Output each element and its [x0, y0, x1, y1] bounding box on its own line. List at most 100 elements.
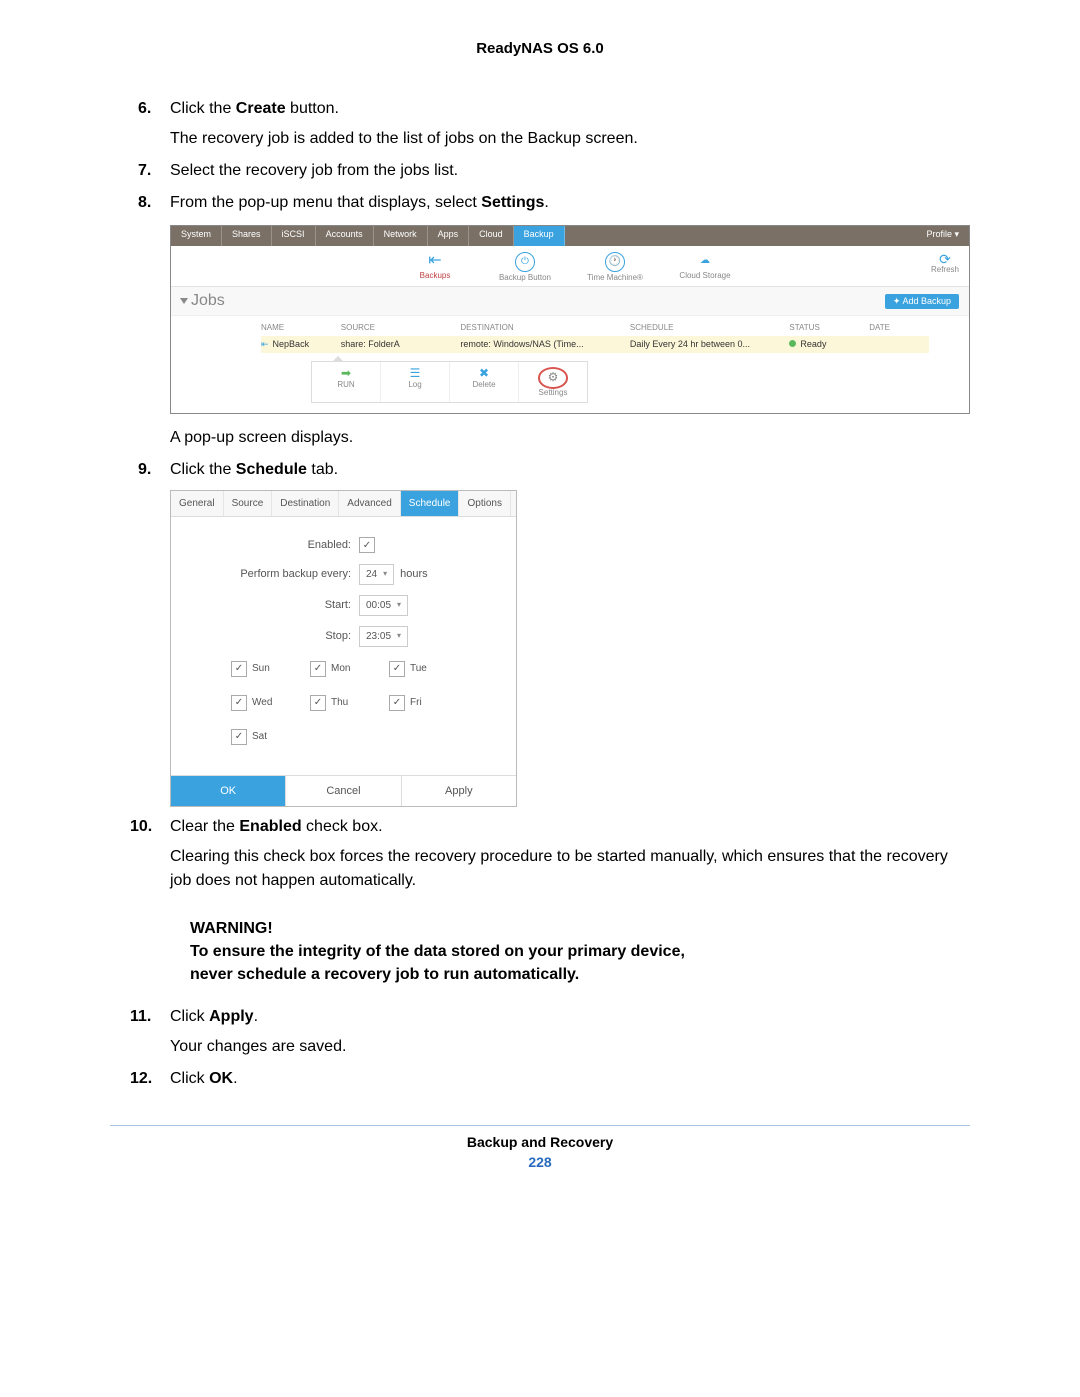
col-source: SOURCE — [341, 324, 461, 332]
run-button[interactable]: ➡RUN — [312, 362, 381, 402]
step-10-sub: Clearing this check box forces the recov… — [170, 845, 970, 893]
add-backup-button[interactable]: ✦ Add Backup — [885, 294, 959, 309]
footer-section: Backup and Recovery — [110, 1134, 970, 1150]
table-row[interactable]: ⇤NepBack share: FolderA remote: Windows/… — [261, 336, 929, 353]
day-sun[interactable]: ✓Sun — [231, 661, 286, 677]
subnav-cloud-storage-label: Cloud Storage — [675, 272, 735, 280]
day-fri-label: Fri — [410, 695, 422, 710]
day-thu[interactable]: ✓Thu — [310, 695, 365, 711]
step-12-bold: OK — [209, 1070, 233, 1087]
tab-apps[interactable]: Apps — [428, 226, 470, 246]
tab-cloud[interactable]: Cloud — [469, 226, 514, 246]
step-8-text-a: From the pop-up menu that displays, sele… — [170, 194, 481, 211]
subnav-cloud-storage[interactable]: ☁ Cloud Storage — [675, 252, 735, 282]
main-nav: System Shares iSCSI Accounts Network App… — [171, 226, 969, 246]
every-label: Perform backup every: — [191, 566, 359, 583]
check-icon: ✓ — [389, 661, 405, 677]
schedule-dialog: General Source Destination Advanced Sche… — [170, 490, 517, 807]
run-icon: ➡ — [316, 367, 376, 379]
row-destination: remote: Windows/NAS (Time... — [460, 340, 630, 349]
step-10-text-b: check box. — [302, 818, 383, 835]
tab-system[interactable]: System — [171, 226, 222, 246]
delete-button[interactable]: ✖Delete — [450, 362, 519, 402]
backups-icon: ⇤ — [426, 252, 444, 270]
day-fri[interactable]: ✓ Fri — [389, 695, 444, 711]
day-tue[interactable]: ✓Tue — [389, 661, 444, 677]
tab-network[interactable]: Network — [374, 226, 428, 246]
step-11-bold: Apply — [209, 1008, 253, 1025]
day-sat-label: Sat — [252, 729, 267, 744]
step-6-text-a: Click the — [170, 100, 236, 117]
subnav-backups[interactable]: ⇤ Backups — [405, 252, 465, 282]
step-12: 12. Click OK. — [170, 1067, 970, 1091]
start-select[interactable]: 00:05▾ — [359, 595, 408, 616]
tab-iscsi[interactable]: iSCSI — [272, 226, 316, 246]
dialog-body: Enabled: ✓ Perform backup every: 24 ▾ hou… — [171, 517, 516, 775]
check-icon: ✓ — [310, 661, 326, 677]
day-mon[interactable]: ✓ Mon — [310, 661, 365, 677]
step-9-bold: Schedule — [236, 461, 307, 478]
day-wed[interactable]: ✓ Wed — [231, 695, 286, 711]
col-date: DATE — [869, 324, 929, 332]
tab-accounts[interactable]: Accounts — [316, 226, 374, 246]
warning-block: ! WARNING! To ensure the integrity of th… — [170, 917, 970, 987]
dlg-tab-general[interactable]: General — [171, 491, 224, 516]
profile-menu[interactable]: Profile ▾ — [916, 226, 969, 246]
collapse-icon[interactable] — [180, 298, 188, 304]
enabled-label: Enabled: — [191, 537, 359, 554]
status-dot-icon — [789, 340, 796, 347]
step-6-text-b: button. — [286, 100, 339, 117]
dlg-tab-source[interactable]: Source — [224, 491, 273, 516]
day-wed-label: Wed — [252, 695, 272, 710]
cancel-button[interactable]: Cancel — [286, 776, 401, 807]
subnav-time-machine[interactable]: 🕐 Time Machine® — [585, 252, 645, 282]
jobs-section-header: Jobs ✦ Add Backup — [171, 287, 969, 316]
day-checkboxes: ✓Sun ✓Mon ✓Tue ✓Wed ✓Thu ✓Fri ✓Sat — [191, 657, 496, 745]
stop-value: 23:05 — [366, 629, 391, 644]
every-select[interactable]: 24 ▾ — [359, 564, 394, 585]
run-label: RUN — [337, 380, 354, 389]
every-value: 24 — [366, 567, 377, 582]
row-source: share: FolderA — [341, 340, 461, 349]
chevron-down-icon: ▾ — [383, 568, 387, 580]
apply-button[interactable]: Apply — [402, 776, 516, 807]
check-icon: ✓ — [231, 695, 247, 711]
day-mon-label: Mon — [331, 661, 350, 676]
dlg-tab-advanced[interactable]: Advanced — [339, 491, 400, 516]
stop-select[interactable]: 23:05▾ — [359, 626, 408, 647]
jobs-table-header: NAME SOURCE DESTINATION SCHEDULE STATUS … — [261, 320, 929, 336]
day-sat[interactable]: ✓Sat — [231, 729, 286, 745]
settings-button[interactable]: ⚙Settings — [519, 362, 587, 402]
dlg-tab-options[interactable]: Options — [459, 491, 510, 516]
warning-line2: never schedule a recovery job to run aut… — [190, 963, 685, 986]
check-icon: ✓ — [389, 695, 405, 711]
row-schedule: Daily Every 24 hr between 0... — [630, 340, 790, 349]
refresh-button[interactable]: ⟳ Refresh — [931, 252, 959, 274]
enabled-checkbox[interactable]: ✓ — [359, 537, 375, 553]
col-schedule: SCHEDULE — [630, 324, 790, 332]
every-unit: hours — [400, 566, 428, 583]
step-10: 10. Clear the Enabled check box. Clearin… — [170, 815, 970, 893]
time-machine-icon: 🕐 — [605, 252, 625, 272]
gear-icon: ⚙ — [548, 371, 559, 383]
col-destination: DESTINATION — [460, 324, 630, 332]
stop-label: Stop: — [191, 628, 359, 645]
tab-shares[interactable]: Shares — [222, 226, 272, 246]
step-12-text-b: . — [233, 1070, 237, 1087]
subnav-backup-button[interactable]: ⏻ Backup Button — [495, 252, 555, 282]
job-action-popup: ➡RUN ☰Log ✖Delete ⚙Settings — [311, 361, 588, 403]
step-11-sub: Your changes are saved. — [170, 1035, 970, 1059]
ok-button[interactable]: OK — [171, 776, 286, 807]
step-7-text: Select the recovery job from the jobs li… — [170, 162, 458, 179]
log-button[interactable]: ☰Log — [381, 362, 450, 402]
step-9: 9. Click the Schedule tab. General Sourc… — [170, 458, 970, 807]
tab-backup[interactable]: Backup — [514, 226, 565, 246]
dlg-tab-destination[interactable]: Destination — [272, 491, 339, 516]
step-11-text-b: . — [254, 1008, 258, 1025]
step-6-sub: The recovery job is added to the list of… — [170, 127, 970, 151]
settings-highlight: ⚙ — [538, 367, 569, 389]
step-8-text-b: . — [544, 194, 548, 211]
dlg-tab-schedule[interactable]: Schedule — [401, 491, 460, 516]
start-value: 00:05 — [366, 598, 391, 613]
cloud-icon: ☁ — [696, 252, 714, 270]
